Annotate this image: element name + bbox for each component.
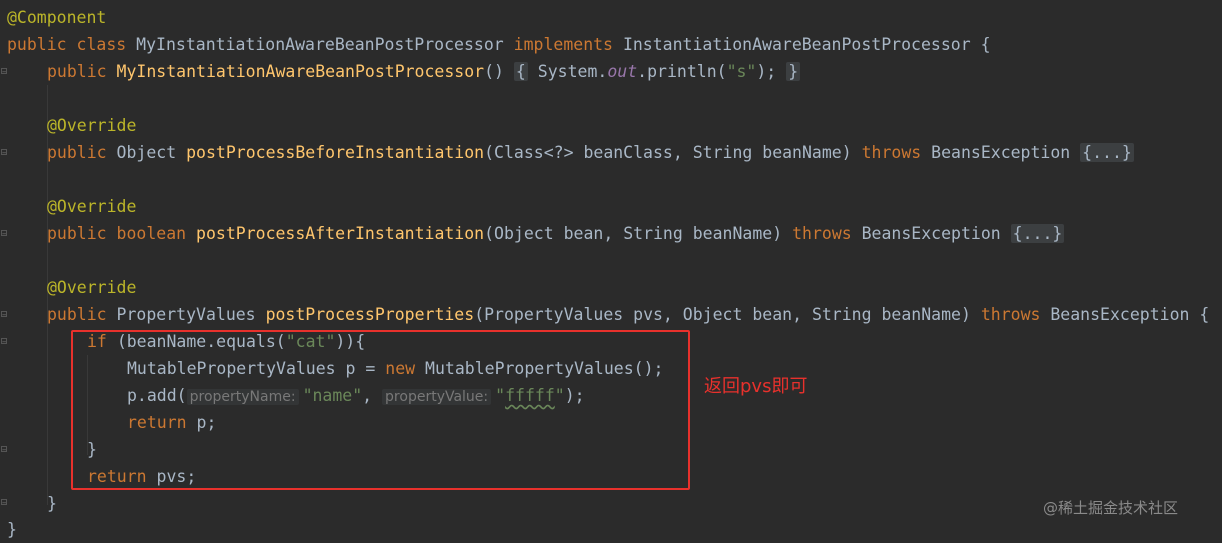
keyword-token: throws <box>980 305 1041 324</box>
brace-token: { <box>980 35 991 54</box>
code-line-12[interactable]: public PropertyValues postProcessPropert… <box>47 301 1209 328</box>
folded-brace[interactable]: } <box>786 62 801 81</box>
keyword-token: boolean <box>116 224 187 243</box>
params-token: (Object bean, String beanName) <box>484 224 783 243</box>
watermark: @稀土掘金技术社区 <box>1043 499 1179 517</box>
interface-token: InstantiationAwareBeanPostProcessor <box>622 35 971 54</box>
exception-token: BeansException <box>931 143 1071 162</box>
code-line-6[interactable]: public Object postProcessBeforeInstantia… <box>47 139 1134 166</box>
annotation-note: 返回pvs即可 <box>704 376 808 397</box>
code-line-19[interactable]: } <box>47 490 57 517</box>
annotation-token: @Override <box>47 197 137 216</box>
keyword-token: public <box>7 35 67 54</box>
highlight-box <box>71 330 690 490</box>
annotation-token: @Component <box>7 8 107 27</box>
code-token: .println( <box>637 62 727 81</box>
folded-brace[interactable]: { <box>513 62 528 81</box>
code-token: System. <box>537 62 608 81</box>
code-line-2[interactable]: public class MyInstantiationAwareBeanPos… <box>7 31 991 58</box>
folded-body[interactable]: {...} <box>1010 224 1065 243</box>
keyword-token: public <box>47 143 107 162</box>
exception-token: BeansException <box>1050 305 1190 324</box>
type-token: PropertyValues <box>116 305 256 324</box>
brace-token: } <box>47 494 57 513</box>
code-line-5[interactable]: @Override <box>47 112 136 139</box>
string-token: "s" <box>726 62 757 81</box>
keyword-token: throws <box>792 224 852 243</box>
keyword-token: public <box>47 224 107 243</box>
folded-body[interactable]: {...} <box>1080 143 1134 162</box>
keyword-token: public <box>47 305 107 324</box>
fold-marker-icon[interactable]: − <box>1 311 7 319</box>
code-line-1[interactable]: @Component <box>7 4 106 31</box>
field-token: out <box>607 62 638 81</box>
method-token: postProcessProperties <box>265 305 475 324</box>
class-name-token: MyInstantiationAwareBeanPostProcessor <box>136 35 504 54</box>
type-token: Object <box>116 143 177 162</box>
keyword-token: implements <box>513 35 613 54</box>
code-line-20[interactable]: } <box>7 516 17 543</box>
code-line-3[interactable]: public MyInstantiationAwareBeanPostProce… <box>47 58 801 85</box>
keyword-token: public <box>47 62 107 81</box>
code-line-8[interactable]: @Override <box>47 193 136 220</box>
annotation-token: @Override <box>47 278 137 297</box>
fold-marker-icon[interactable]: − <box>1 446 7 454</box>
brace-token: } <box>7 520 17 539</box>
keyword-token: throws <box>861 143 922 162</box>
exception-token: BeansException <box>861 224 1001 243</box>
fold-marker-icon[interactable]: − <box>1 68 7 76</box>
code-line-11[interactable]: @Override <box>47 274 136 301</box>
annotation-token: @Override <box>47 116 137 135</box>
params-token: (PropertyValues pvs, Object bean, String… <box>474 305 971 324</box>
brace-token: { <box>1199 305 1210 324</box>
fold-marker-icon[interactable]: − <box>1 499 7 507</box>
method-token: postProcessBeforeInstantiation <box>186 143 485 162</box>
fold-marker-icon[interactable]: − <box>1 230 7 238</box>
code-token: ); <box>756 62 777 81</box>
parens-token: () <box>484 62 504 81</box>
constructor-token: MyInstantiationAwareBeanPostProcessor <box>116 62 485 81</box>
keyword-token: class <box>76 35 127 54</box>
gutter <box>0 0 10 538</box>
fold-marker-icon[interactable]: − <box>1 338 7 346</box>
fold-marker-icon[interactable]: − <box>1 149 7 157</box>
code-line-9[interactable]: public boolean postProcessAfterInstantia… <box>47 220 1065 247</box>
method-token: postProcessAfterInstantiation <box>196 224 485 243</box>
params-token: (Class<?> beanClass, String beanName) <box>484 143 852 162</box>
